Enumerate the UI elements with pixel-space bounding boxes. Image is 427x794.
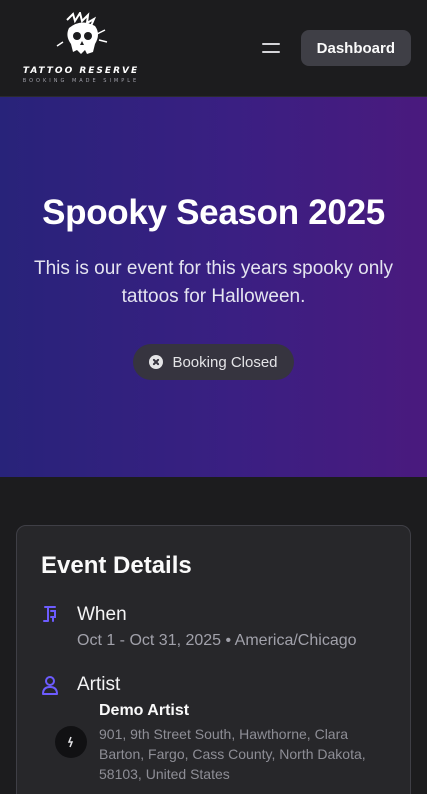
event-description: This is our event for this years spooky …: [33, 258, 394, 307]
event-title: Spooky Season 2025: [42, 193, 385, 232]
event-details-card: Event Details When Oct 1 - Oct 31, 2025 …: [16, 525, 411, 794]
artist-address: 901, 9th Street South, Hawthorne, Clara …: [99, 726, 366, 782]
site-header: TATTOO RESERVE BOOKING MADE SIMPLE Dashb…: [0, 0, 427, 97]
calendar-clock-icon: [41, 604, 63, 650]
when-row: When Oct 1 - Oct 31, 2025 • America/Chic…: [41, 604, 386, 650]
hamburger-icon-line: [261, 51, 280, 53]
main-content: Event Details When Oct 1 - Oct 31, 2025 …: [0, 477, 427, 794]
booking-status-label: Booking Closed: [172, 353, 278, 371]
hamburger-icon: [261, 43, 280, 45]
header-actions: Dashboard: [251, 30, 411, 66]
dashboard-button[interactable]: Dashboard: [300, 30, 411, 66]
event-date-range: Oct 1 - Oct 31, 2025 • America/Chicago: [77, 632, 357, 649]
skull-logo-icon: [56, 12, 108, 54]
artist-name[interactable]: Demo Artist: [99, 702, 386, 720]
brand-tagline: BOOKING MADE SIMPLE: [22, 78, 140, 84]
x-circle-icon: [149, 355, 164, 369]
hamburger-menu-button[interactable]: [251, 30, 291, 66]
booking-status-badge: Booking Closed: [133, 344, 294, 380]
brand-logo[interactable]: TATTOO RESERVE BOOKING MADE SIMPLE: [18, 12, 144, 84]
event-hero: Spooky Season 2025 This is our event for…: [0, 97, 427, 477]
artist-label: Artist: [77, 674, 121, 695]
artist-row: Artist Demo Artist 901, 9th Street South…: [41, 674, 386, 784]
event-details-title: Event Details: [41, 552, 192, 579]
avatar: [55, 726, 87, 758]
brand-name: TATTOO RESERVE: [22, 66, 140, 76]
artist-info[interactable]: Demo Artist 901, 9th Street South, Hawth…: [55, 702, 386, 784]
when-label: When: [77, 604, 127, 625]
